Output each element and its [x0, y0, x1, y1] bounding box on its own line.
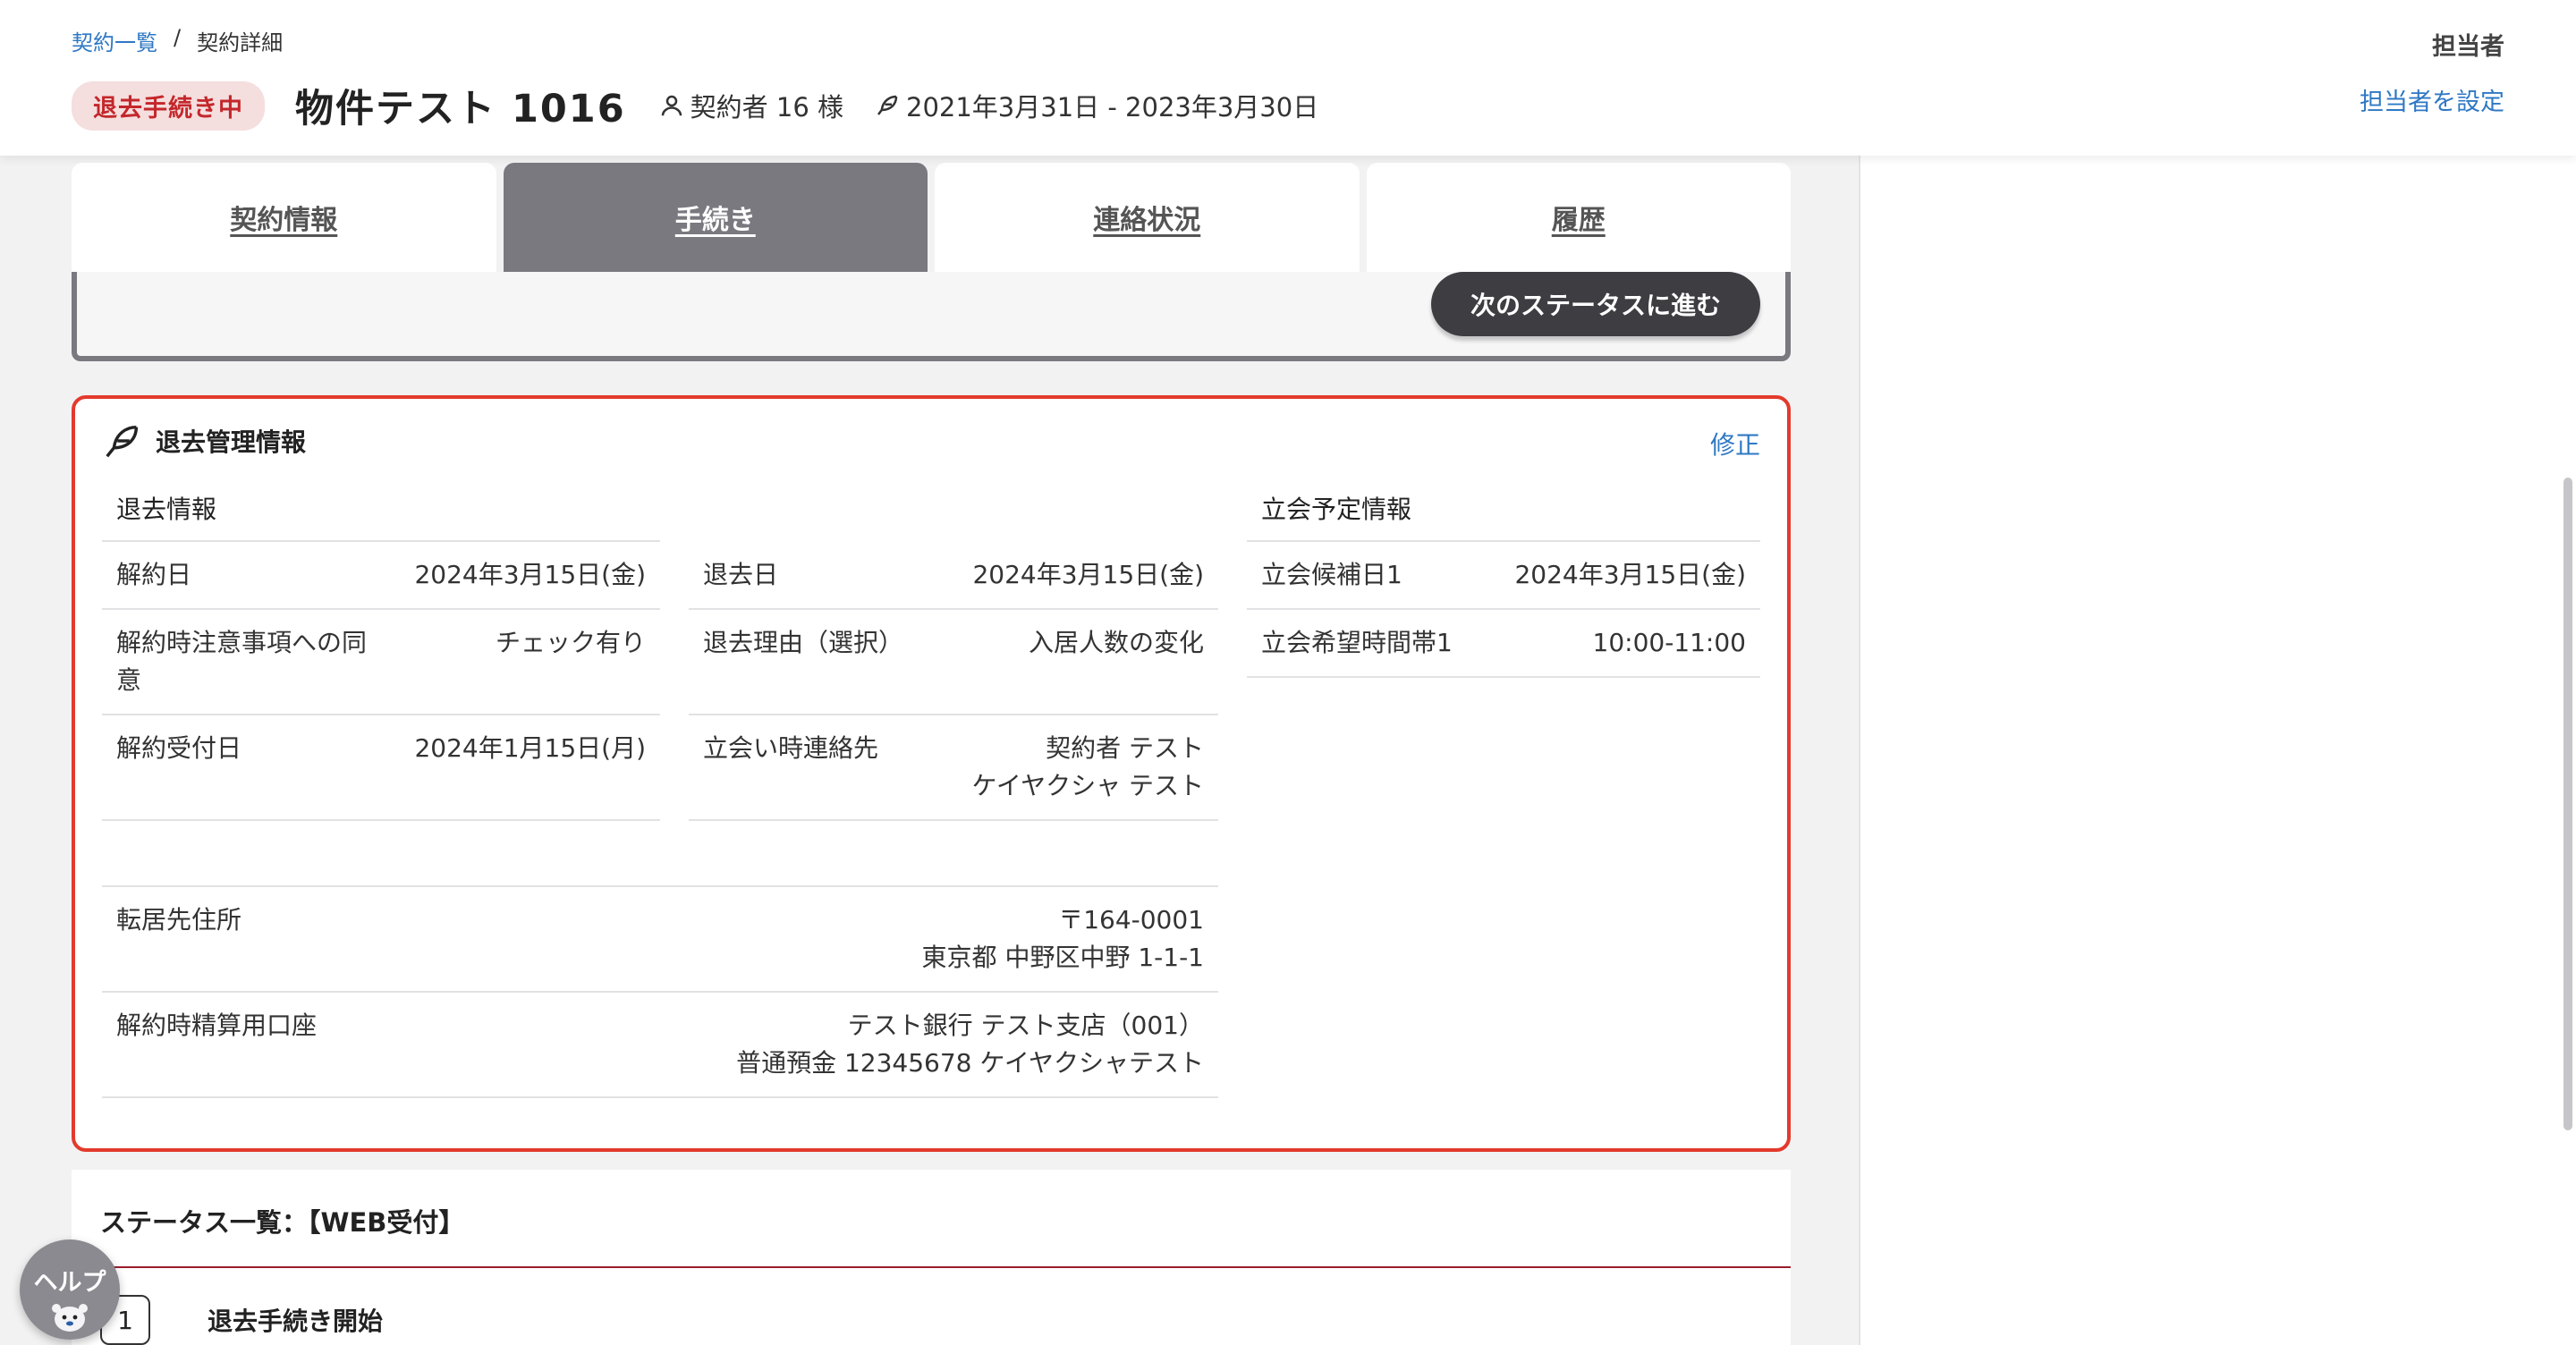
row-label: 立会い時連絡先: [703, 733, 879, 763]
assignee-label: 担当者: [2432, 33, 2504, 61]
row-label: 退去理由（選択）: [703, 628, 904, 657]
row-value: 入居人数の変化: [1028, 628, 1204, 657]
status-list-title: ステータス一覧：【WEB受付】: [100, 1207, 465, 1238]
moveout-info-right-column: 退去日 2024年3月15日(金) 退去理由（選択） 入居人数の変化 立会い時連…: [660, 542, 1218, 821]
edit-link[interactable]: 修正: [1710, 426, 1760, 461]
divider: [72, 1266, 1791, 1268]
row-value: 2024年3月15日(金): [1514, 560, 1746, 589]
section-heading-inspection-info: 立会予定情報: [1247, 479, 1760, 542]
status-progress-panel: 次のステータスに進む: [72, 272, 1791, 361]
set-assignee-link[interactable]: 担当者を設定: [2360, 82, 2504, 117]
row-label: 解約時精算用口座: [116, 1011, 318, 1040]
info-row: 立会希望時間帯1 10:00-11:00: [1247, 610, 1760, 678]
contract-summary: 退去手続き中 物件テスト 1016 契約者 16 様 2021年3月31日 - …: [72, 80, 1349, 131]
card-header: 退去管理情報: [102, 420, 306, 461]
page-title: 物件テスト 1016: [295, 87, 626, 131]
info-row: 退去日 2024年3月15日(金): [689, 542, 1218, 610]
info-row: 解約受付日 2024年1月15日(月): [102, 715, 660, 821]
contractor-text: 契約者 16 様: [690, 92, 843, 123]
row-label: 解約時注意事項への同意: [116, 628, 368, 695]
next-status-button[interactable]: 次のステータスに進む: [1430, 272, 1760, 336]
row-label: 立会候補日1: [1261, 560, 1402, 589]
row-value: テスト銀行 テスト支店（001） 普通預金 12345678 ケイヤクシャテスト: [736, 1007, 1204, 1082]
moveout-management-card: 退去管理情報 修正 退去情報 解約日 2024年3月15日(金) 解約時注意事項…: [72, 395, 1791, 1152]
person-icon: [661, 95, 682, 116]
breadcrumb-current: 契約詳細: [197, 30, 284, 55]
row-value-line: 普通預金 12345678 ケイヤクシャテスト: [736, 1048, 1204, 1078]
row-label: 立会希望時間帯1: [1261, 628, 1453, 657]
info-row: 立会い時連絡先 契約者 テスト ケイヤクシャ テスト: [689, 715, 1218, 821]
row-label: 解約受付日: [116, 733, 242, 763]
row-value-line: 契約者 テスト: [1046, 733, 1204, 763]
breadcrumb: 契約一覧 / 契約詳細: [72, 25, 283, 56]
page-header: 契約一覧 / 契約詳細 退去手続き中 物件テスト 1016 契約者 16 様 2…: [0, 0, 2576, 156]
tab-bar: 契約情報 手続き 連絡状況 履歴: [72, 163, 1791, 272]
row-value: チェック有り: [495, 628, 646, 657]
scrollbar-thumb[interactable]: [2563, 478, 2572, 1130]
row-value: 2024年3月15日(金): [972, 560, 1204, 589]
card-title: 退去管理情報: [156, 427, 307, 457]
row-label: 退去日: [703, 560, 779, 589]
row-value-line: 〒164-0001: [1058, 905, 1204, 935]
row-value-line: テスト銀行 テスト支店（001）: [847, 1011, 1204, 1040]
tab-contract-info[interactable]: 契約情報: [72, 163, 496, 272]
row-value: 2024年3月15日(金): [414, 560, 646, 589]
help-label: ヘルプ: [33, 1269, 106, 1297]
info-row: 解約時注意事項への同意 チェック有り: [102, 610, 660, 715]
mascot-icon: [52, 1304, 88, 1332]
breadcrumb-separator: /: [174, 25, 182, 50]
moveout-info-wide-rows: 転居先住所 〒164-0001 東京都 中野区中野 1-1-1 解約時精算用口座…: [102, 885, 1218, 1098]
feather-icon: [877, 95, 898, 115]
tab-contact-status[interactable]: 連絡状況: [935, 163, 1360, 272]
tab-procedures[interactable]: 手続き: [503, 163, 928, 272]
status-list-panel: ステータス一覧：【WEB受付】 1 退去手続き開始: [72, 1170, 1791, 1345]
right-side-panel: [1859, 156, 2576, 1345]
breadcrumb-contract-list-link[interactable]: 契約一覧: [72, 25, 157, 56]
info-row: 解約日 2024年3月15日(金): [102, 542, 660, 610]
info-row: 退去理由（選択） 入居人数の変化: [689, 610, 1218, 715]
info-row: 転居先住所 〒164-0001 東京都 中野区中野 1-1-1: [102, 887, 1218, 993]
moveout-info-left-column: 退去情報 解約日 2024年3月15日(金) 解約時注意事項への同意 チェック有…: [102, 479, 660, 821]
status-badge: 退去手続き中: [72, 80, 265, 131]
inspection-info-column: 立会予定情報 立会候補日1 2024年3月15日(金) 立会希望時間帯1 10:…: [1218, 479, 1760, 678]
info-row: 立会候補日1 2024年3月15日(金): [1247, 542, 1760, 610]
tab-history[interactable]: 履歴: [1366, 163, 1791, 272]
info-row: 解約時精算用口座 テスト銀行 テスト支店（001） 普通預金 12345678 …: [102, 993, 1218, 1098]
feather-icon: [106, 425, 139, 458]
step-label: 退去手続き開始: [208, 1307, 384, 1336]
row-value: 2024年1月15日(月): [414, 733, 646, 763]
row-value-line: 東京都 中野区中野 1-1-1: [921, 943, 1204, 972]
row-label: 解約日: [116, 560, 192, 589]
contract-period-text: 2021年3月31日 - 2023年3月30日: [906, 92, 1319, 123]
help-button[interactable]: ヘルプ: [20, 1239, 120, 1340]
row-label: 転居先住所: [116, 905, 242, 935]
row-value: 〒164-0001 東京都 中野区中野 1-1-1: [922, 901, 1204, 977]
section-heading-moveout-info: 退去情報: [102, 479, 660, 542]
row-value: 契約者 テスト ケイヤクシャ テスト: [971, 730, 1204, 805]
row-value-line: ケイヤクシャ テスト: [971, 771, 1204, 800]
row-value: 10:00-11:00: [1592, 628, 1747, 657]
